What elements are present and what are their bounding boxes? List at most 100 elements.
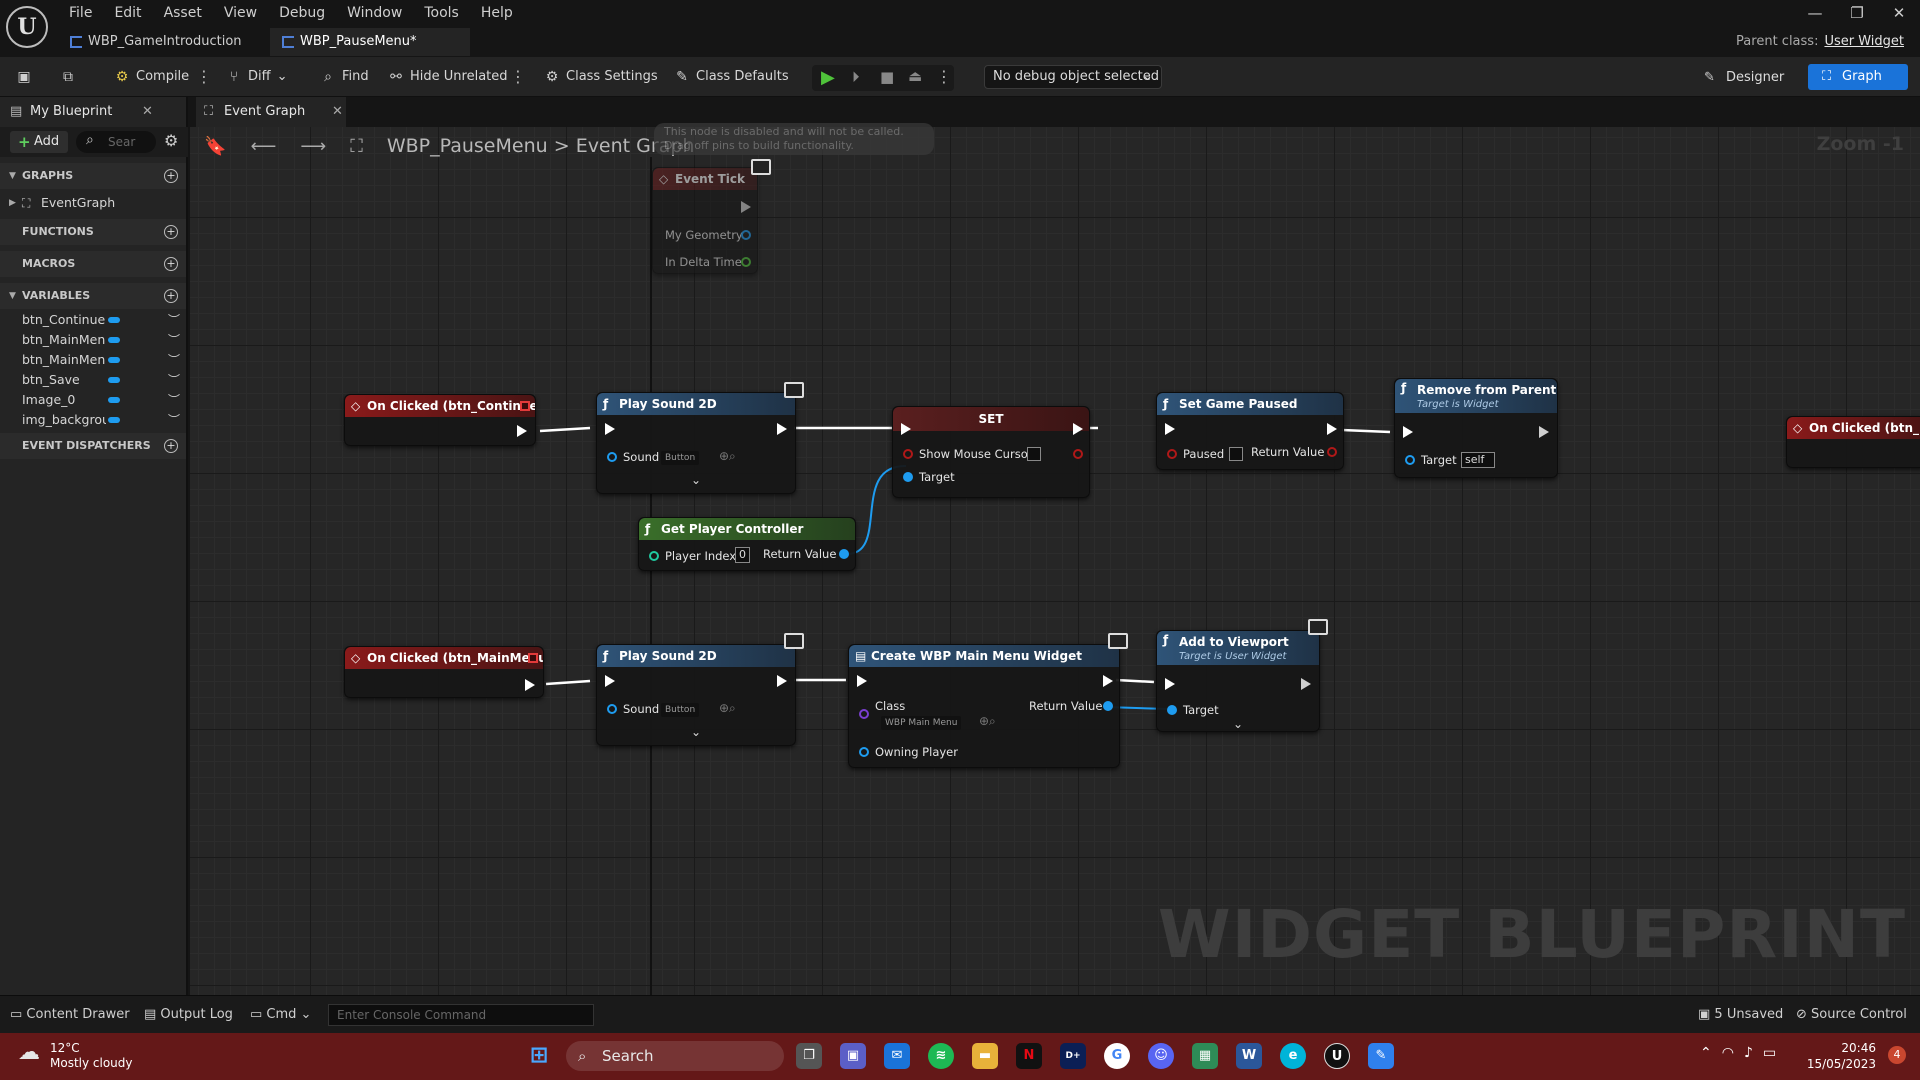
designer-button[interactable]: ✎ Designer [1700, 65, 1784, 91]
graph-button[interactable]: ⛶ Graph [1808, 64, 1908, 90]
exec-in-pin[interactable] [1403, 426, 1413, 438]
exec-out-pin[interactable] [1073, 423, 1083, 435]
unreal-engine-icon[interactable]: U [1324, 1043, 1350, 1069]
graph-item-eventgraph[interactable]: ▶ ⛶ EventGraph [0, 193, 186, 213]
node-on-clicked-mainmenu[interactable]: ◇ On Clicked (btn_MainMenu) [344, 646, 544, 698]
class-settings-button[interactable]: ⚙ Class Settings [544, 66, 658, 88]
chrome-icon[interactable]: G [1104, 1043, 1130, 1069]
tab-wbp-gameintroduction[interactable]: WBP_GameIntroduction [58, 28, 270, 56]
hide-unrelated-button[interactable]: ⚯ Hide Unrelated [388, 66, 507, 88]
system-tray[interactable]: ⌃◠♪▭ [1700, 1045, 1786, 1061]
find-button[interactable]: ⌕ Find [320, 66, 369, 88]
notification-badge[interactable]: 4 [1888, 1046, 1906, 1064]
exec-out-pin[interactable] [1103, 675, 1113, 687]
class-dropdown[interactable]: WBP Main Menu [881, 716, 962, 730]
eye-closed-icon[interactable]: ︶ [168, 390, 180, 410]
section-event-dispatchers[interactable]: EVENT DISPATCHERS + [0, 433, 186, 459]
delegate-pin-icon[interactable] [528, 653, 538, 663]
eye-closed-icon[interactable]: ︶ [168, 350, 180, 370]
tab-my-blueprint[interactable]: ▤ My Blueprint ✕ [0, 97, 160, 127]
eye-closed-icon[interactable]: ︶ [168, 310, 180, 330]
node-event-tick[interactable]: ◇ Event Tick My Geometry In Delta Time [652, 167, 758, 274]
exec-out-pin[interactable] [1327, 423, 1337, 435]
unsaved-button[interactable]: ▣ 5 Unsaved [1698, 1007, 1783, 1022]
bool-out-pin[interactable] [1073, 449, 1083, 459]
node-play-sound-2d[interactable]: ƒ Play Sound 2D Sound Button ⊕⌕ ⌄ [596, 392, 796, 494]
minimize-icon[interactable]: — [1794, 4, 1836, 22]
chevron-up-icon[interactable]: ⌃ [1700, 1045, 1722, 1061]
eye-closed-icon[interactable]: ︶ [168, 370, 180, 390]
exec-in-pin[interactable] [857, 675, 867, 687]
show-mouse-cursor-checkbox[interactable] [1027, 447, 1041, 461]
add-macro-icon[interactable]: + [164, 257, 178, 271]
node-create-widget[interactable]: ▤ Create WBP Main Menu Widget Class WBP M… [848, 644, 1120, 768]
add-graph-icon[interactable]: + [164, 169, 178, 183]
browse-asset-icon[interactable]: ⊕⌕ [979, 714, 996, 729]
variable-item[interactable]: img_background︶ [0, 410, 186, 430]
volume-icon[interactable]: ♪ [1744, 1045, 1763, 1061]
disney-plus-icon[interactable]: D+ [1060, 1043, 1086, 1069]
exec-out-pin[interactable] [1301, 678, 1311, 690]
exec-in-pin[interactable] [901, 423, 911, 435]
menu-edit[interactable]: Edit [103, 2, 152, 24]
file-explorer-icon[interactable]: ▬ [972, 1043, 998, 1069]
tab-wbp-pausemenu[interactable]: WBP_PauseMenu* ✕ [270, 28, 470, 77]
weather-widget[interactable]: ☁ 12°C Mostly cloudy [18, 1041, 133, 1071]
battery-icon[interactable]: ▭ [1763, 1045, 1786, 1061]
close-tab-icon[interactable]: ✕ [142, 97, 153, 127]
wifi-icon[interactable]: ◠ [1722, 1045, 1744, 1061]
paused-checkbox[interactable] [1229, 447, 1243, 461]
exec-out-pin[interactable] [525, 679, 535, 691]
gear-icon[interactable]: ⚙ [164, 131, 178, 150]
compile-options-icon[interactable]: ⋮ [196, 66, 212, 88]
section-variables[interactable]: ▼ VARIABLES + [0, 283, 186, 309]
word-icon[interactable]: W [1236, 1043, 1262, 1069]
exec-in-pin[interactable] [1165, 423, 1175, 435]
expand-node-icon[interactable]: ⌄ [1233, 717, 1243, 731]
exec-in-pin[interactable] [1165, 678, 1175, 690]
menu-view[interactable]: View [213, 2, 268, 24]
compile-button[interactable]: ⚙ Compile [114, 66, 189, 88]
sound-asset-dropdown[interactable]: Button [661, 451, 700, 465]
target-pin[interactable] [1167, 705, 1177, 715]
content-drawer-button[interactable]: ▭ Content Drawer [10, 1007, 130, 1022]
class-pin[interactable] [859, 709, 869, 719]
sound-pin[interactable] [607, 704, 617, 714]
parent-class-link[interactable]: User Widget [1824, 34, 1904, 49]
target-pin[interactable] [903, 472, 913, 482]
app-icon[interactable]: ▦ [1192, 1043, 1218, 1069]
menu-tools[interactable]: Tools [413, 2, 470, 24]
exec-out-pin[interactable] [517, 425, 527, 437]
node-set-game-paused[interactable]: ƒ Set Game Paused Paused Return Value [1156, 392, 1344, 470]
stop-icon[interactable]: ■ [880, 68, 894, 86]
sound-pin[interactable] [607, 452, 617, 462]
close-window-icon[interactable]: ✕ [1878, 4, 1920, 22]
restore-icon[interactable]: ❐ [1836, 4, 1878, 22]
step-icon[interactable]: ⏵ [852, 68, 860, 86]
hide-unrelated-options-icon[interactable]: ⋮ [510, 66, 526, 88]
variable-item[interactable]: btn_Continue ︶ [0, 310, 186, 330]
play-options-icon[interactable]: ⋮ [936, 67, 952, 86]
paint-icon[interactable]: ✎ [1368, 1043, 1394, 1069]
add-variable-icon[interactable]: + [164, 289, 178, 303]
node-add-to-viewport[interactable]: ƒ Add to Viewport Target is User Widget Ta… [1156, 630, 1320, 732]
edge-icon[interactable]: e [1280, 1043, 1306, 1069]
node-on-clicked-continue[interactable]: ◇ On Clicked (btn_Continue) [344, 394, 536, 446]
eye-closed-icon[interactable]: ︶ [168, 330, 180, 350]
node-play-sound-2d[interactable]: ƒ Play Sound 2D Sound Button ⊕⌕ ⌄ [596, 644, 796, 746]
discord-icon[interactable]: ☺ [1148, 1043, 1174, 1069]
add-function-icon[interactable]: + [164, 225, 178, 239]
save-button[interactable]: ▣ [16, 66, 32, 88]
target-self-field[interactable]: self [1461, 452, 1495, 468]
return-value-pin[interactable] [839, 549, 849, 559]
windows-start-icon[interactable]: ⊞ [526, 1043, 552, 1069]
taskbar-search[interactable]: ⌕ Search [566, 1041, 784, 1071]
menu-window[interactable]: Window [336, 2, 413, 24]
menu-help[interactable]: Help [470, 2, 524, 24]
node-set-show-mouse-cursor[interactable]: SET Show Mouse Cursor Target [892, 406, 1090, 498]
variable-item[interactable]: btn_MainMenu ︶ [0, 350, 186, 370]
bool-out-pin[interactable] [1327, 447, 1337, 457]
add-event-dispatcher-icon[interactable]: + [164, 439, 178, 453]
variable-item[interactable]: btn_Save ︶ [0, 370, 186, 390]
float-pin[interactable] [741, 257, 751, 267]
